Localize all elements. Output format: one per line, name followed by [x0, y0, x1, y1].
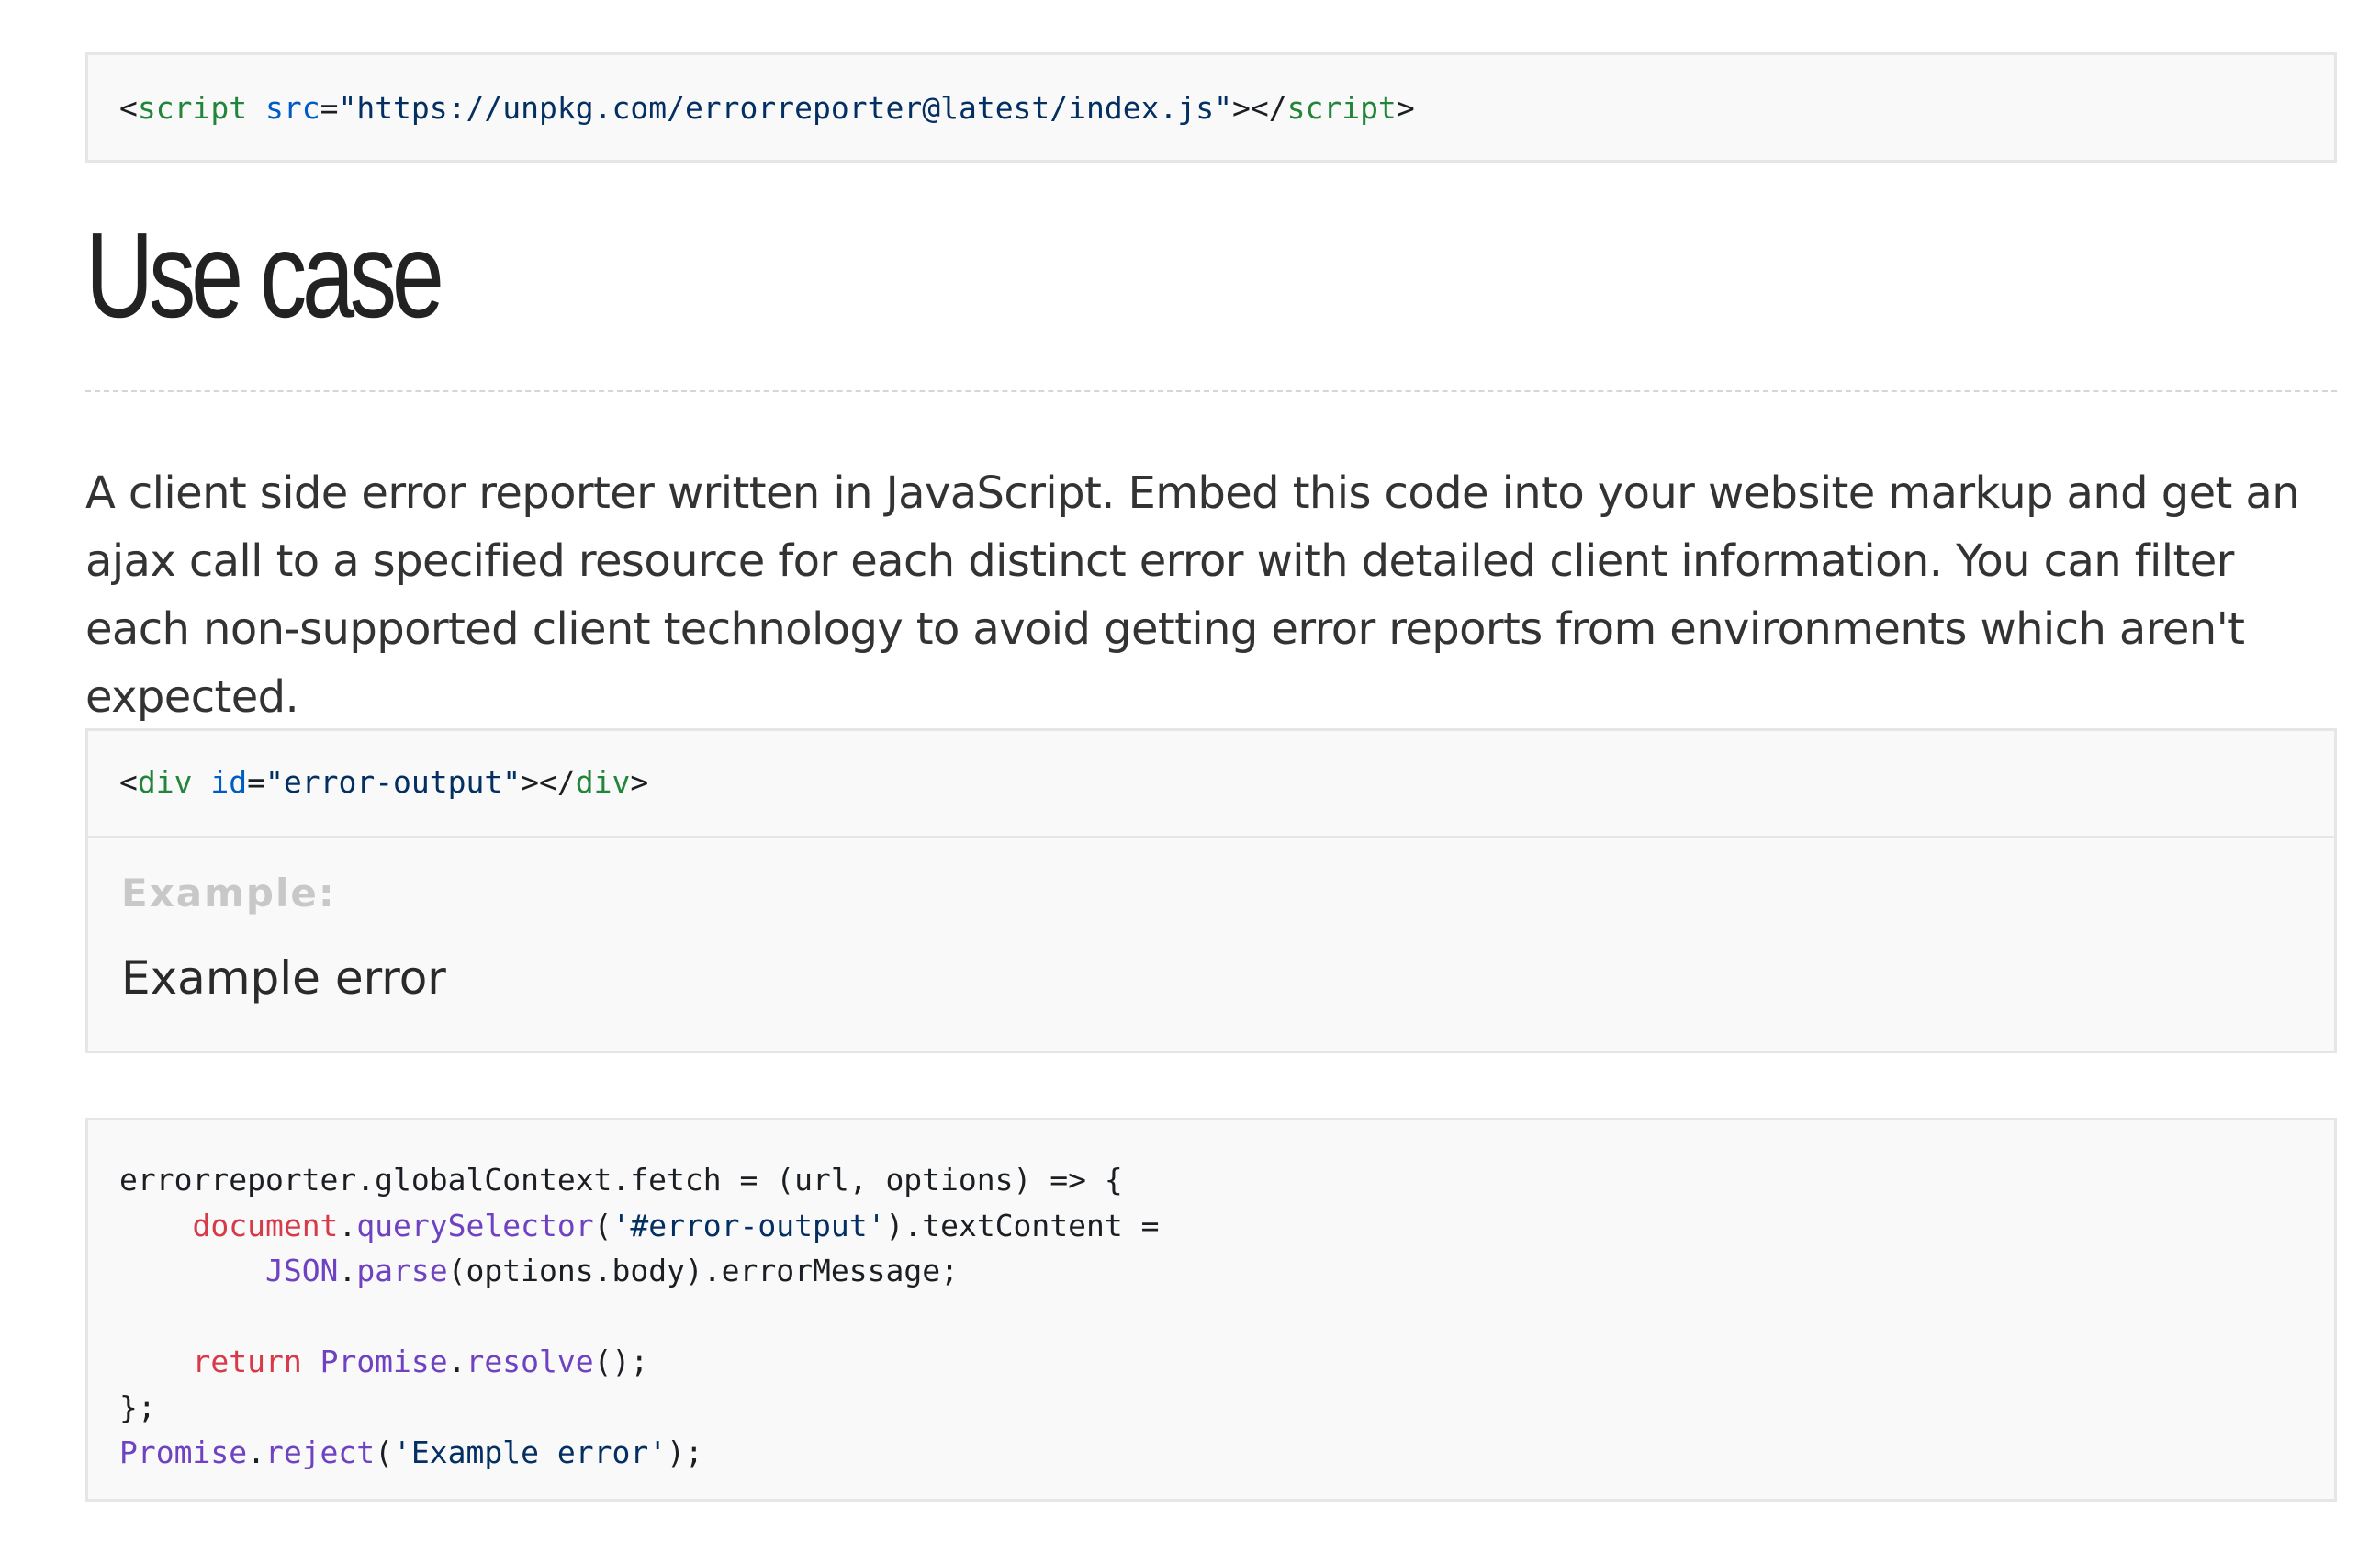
- code-tag: script: [137, 90, 248, 126]
- section-heading: Use case: [85, 208, 444, 343]
- code-text: ).textContent =: [885, 1207, 1160, 1243]
- code-line-1: errorreporter.globalContext.fetch = (url…: [119, 1162, 1123, 1198]
- code-text: );: [667, 1434, 703, 1470]
- install-code-block[interactable]: <script src="https://unpkg.com/errorrepo…: [85, 52, 2337, 163]
- example-label: Example:: [121, 871, 336, 916]
- heading-divider: [85, 390, 2337, 392]
- code-object: document: [192, 1207, 339, 1243]
- code-string: 'Example error': [393, 1434, 668, 1470]
- code-string: '#error-output': [612, 1207, 886, 1243]
- code-punct: ></: [521, 764, 576, 800]
- code-punct: =: [247, 764, 265, 800]
- demo-markup-code[interactable]: <div id="error-output"></div>: [88, 731, 2334, 838]
- code-object: Promise: [320, 1344, 448, 1379]
- code-text: ();: [593, 1344, 649, 1379]
- code-punct: .: [247, 1434, 265, 1470]
- code-punct: =: [320, 90, 339, 126]
- example-code-block[interactable]: errorreporter.globalContext.fetch = (url…: [85, 1118, 2337, 1502]
- code-punct: .: [447, 1344, 466, 1379]
- code-line-6: };: [119, 1389, 156, 1425]
- code-string: "error-output": [264, 764, 522, 800]
- code-punct: (: [375, 1434, 394, 1470]
- code-tag: div: [575, 764, 631, 800]
- code-object: Promise: [119, 1434, 248, 1470]
- example-demo-box: <div id="error-output"></div> Example: E…: [85, 728, 2337, 1053]
- code-attribute: src: [264, 90, 320, 126]
- code-punct: (: [593, 1207, 612, 1243]
- code-function: parse: [356, 1253, 448, 1288]
- code-punct: >: [1396, 90, 1415, 126]
- example-output: Example error: [121, 951, 446, 1005]
- code-string: "https://unpkg.com/errorreporter@latest/…: [338, 90, 1232, 126]
- code-punct: >: [630, 764, 649, 800]
- code-punct: .: [338, 1253, 357, 1288]
- code-attribute: id: [210, 764, 248, 800]
- description-paragraph: A client side error reporter written in …: [85, 467, 2300, 723]
- code-keyword: return: [192, 1344, 302, 1379]
- code-function: querySelector: [356, 1207, 594, 1243]
- code-object: JSON: [264, 1253, 339, 1288]
- code-tag: div: [137, 764, 193, 800]
- code-text: (options.body).errorMessage;: [447, 1253, 959, 1288]
- code-tag: script: [1286, 90, 1397, 126]
- code-punct: ></: [1231, 90, 1287, 126]
- code-function: reject: [264, 1434, 376, 1470]
- code-punct: <: [119, 90, 138, 126]
- code-function: resolve: [466, 1344, 594, 1379]
- code-punct: <: [119, 764, 138, 800]
- code-punct: .: [338, 1207, 357, 1243]
